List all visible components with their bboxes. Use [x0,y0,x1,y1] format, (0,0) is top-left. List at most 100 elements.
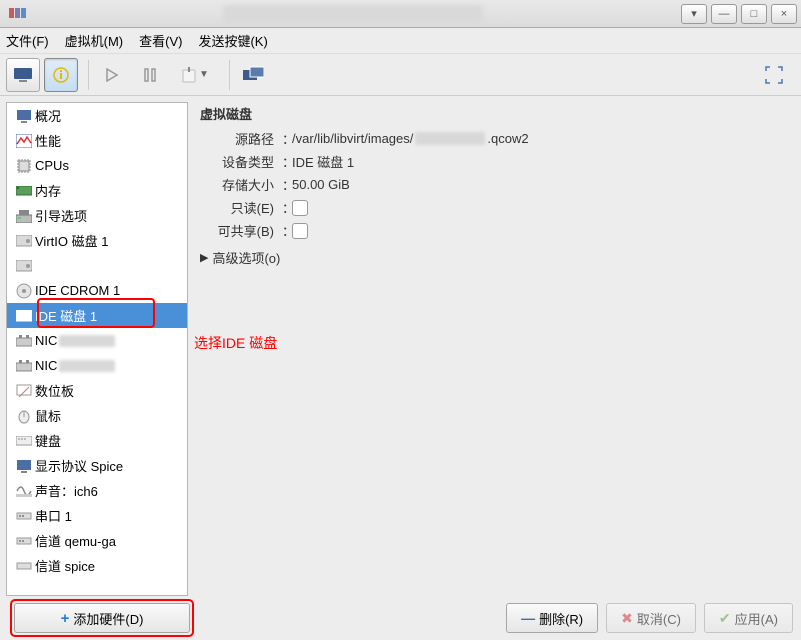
sidebar-item-7[interactable]: IDE CDROM 1 [7,278,187,303]
expand-triangle-icon: ▶ [200,251,208,264]
main-area: 概况性能 CPUs 内存引导选项 VirtIO 磁盘 1 IDE CDROM 1 IDE … [0,96,801,596]
device-type-value: IDE 磁盘 1 [292,152,789,171]
sidebar-item-label: NIC [35,333,57,348]
readonly-checkbox[interactable] [292,200,308,216]
sidebar-item-6[interactable] [7,253,187,278]
sidebar-item-label: 信道 qemu-ga [35,531,116,550]
menu-sendkey[interactable]: 发送按键(K) [198,31,267,50]
hw-icon [13,209,35,223]
toolbar: ▼ [0,54,801,96]
sidebar-item-label: IDE 磁盘 1 [35,306,97,325]
hw-icon [13,109,35,123]
maximize-button[interactable]: □ [741,4,767,24]
source-path-label: 源路径 [200,129,282,148]
sidebar-item-9[interactable]: NIC [7,328,187,353]
app-icon [8,6,28,22]
sidebar-item-label: 键盘 [35,431,61,450]
menubar: 文件(F) 虚拟机(M) 查看(V) 发送按键(K) [0,28,801,54]
hw-icon [13,536,35,546]
add-hardware-button[interactable]: + 添加硬件(D) [14,603,190,633]
sidebar-item-label: 引导选项 [35,206,87,225]
hw-icon [13,436,35,446]
cancel-icon: ✖ [621,610,633,627]
hw-icon [13,459,35,473]
sidebar-item-label: IDE CDROM 1 [35,283,120,298]
device-type-label: 设备类型 [200,152,282,171]
hw-icon [13,235,35,247]
sidebar-item-17[interactable]: 信道 qemu-ga [7,528,187,553]
sidebar-item-15[interactable]: 声音：ich6 [7,478,187,503]
shareable-label: 可共享(B) [200,221,282,240]
sidebar-item-label: 串口 1 [35,506,72,525]
sidebar-item-label: 信道 spice [35,556,95,575]
title-redacted [28,5,677,23]
sidebar-item-13[interactable]: 键盘 [7,428,187,453]
hw-icon [13,360,35,372]
cancel-button[interactable]: ✖取消(C) [606,603,696,633]
section-heading: 虚拟磁盘 [200,104,789,123]
shareable-checkbox[interactable] [292,223,308,239]
hw-icon [13,384,35,398]
check-icon: ✔ [719,610,731,627]
hw-icon [13,158,35,174]
footer: + 添加硬件(D) —删除(R) ✖取消(C) ✔应用(A) [0,596,801,640]
advanced-options-toggle[interactable]: ▶ 高级选项(o) [200,248,789,267]
hw-icon [13,335,35,347]
hw-icon [13,260,35,272]
sidebar-item-label: 数位板 [35,381,74,400]
snapshots-button[interactable] [236,58,270,92]
annotation-text: 选择IDE 磁盘 [194,333,277,353]
sidebar-item-label: 声音：ich6 [35,481,98,500]
run-button[interactable] [95,58,129,92]
pause-button[interactable] [133,58,167,92]
details-button[interactable] [44,58,78,92]
console-button[interactable] [6,58,40,92]
sidebar-item-label: 内存 [35,181,61,200]
sidebar-item-3[interactable]: 内存 [7,178,187,203]
close-button[interactable]: × [771,4,797,24]
storage-size-value: 50.00 GiB [292,175,789,194]
sidebar-item-11[interactable]: 数位板 [7,378,187,403]
hw-icon [13,408,35,424]
sidebar-item-0[interactable]: 概况 [7,103,187,128]
apply-button[interactable]: ✔应用(A) [704,603,793,633]
details-panel: 虚拟磁盘 源路径： /var/lib/libvirt/images/.qcow2… [188,96,801,596]
sidebar-item-label: VirtIO 磁盘 1 [35,231,108,250]
sidebar-item-1[interactable]: 性能 [7,128,187,153]
sidebar-item-label: 显示协议 Spice [35,456,123,475]
hw-icon [13,511,35,521]
sidebar-item-label: NIC [35,358,57,373]
sidebar-item-label: CPUs [35,158,69,173]
readonly-label: 只读(E) [200,198,282,217]
hw-icon [13,561,35,571]
sidebar-item-5[interactable]: VirtIO 磁盘 1 [7,228,187,253]
sidebar-item-10[interactable]: NIC [7,353,187,378]
sidebar-item-12[interactable]: 鼠标 [7,403,187,428]
hw-icon [13,134,35,148]
hw-icon [13,485,35,497]
sidebar-item-8[interactable]: IDE 磁盘 1 [7,303,187,328]
sidebar-item-14[interactable]: 显示协议 Spice [7,453,187,478]
sidebar-item-label: 性能 [35,131,61,150]
sidebar: 概况性能 CPUs 内存引导选项 VirtIO 磁盘 1 IDE CDROM 1 IDE … [6,102,188,596]
minimize-button[interactable]: — [711,4,737,24]
titlebar: ▾ — □ × [0,0,801,28]
fullscreen-button[interactable] [757,58,791,92]
dropdown-button[interactable]: ▾ [681,4,707,24]
menu-vm[interactable]: 虚拟机(M) [65,31,124,50]
sidebar-item-18[interactable]: 信道 spice [7,553,187,578]
source-path-value: /var/lib/libvirt/images/.qcow2 [292,129,789,148]
remove-button[interactable]: —删除(R) [506,603,598,633]
hw-icon [13,310,35,322]
hw-icon [13,283,35,299]
menu-view[interactable]: 查看(V) [139,31,182,50]
sidebar-item-2[interactable]: CPUs [7,153,187,178]
sidebar-item-label: 鼠标 [35,406,61,425]
storage-size-label: 存储大小 [200,175,282,194]
shutdown-button[interactable]: ▼ [171,58,219,92]
menu-file[interactable]: 文件(F) [6,31,49,50]
hw-icon [13,186,35,196]
sidebar-item-label: 概况 [35,106,61,125]
sidebar-item-16[interactable]: 串口 1 [7,503,187,528]
sidebar-item-4[interactable]: 引导选项 [7,203,187,228]
